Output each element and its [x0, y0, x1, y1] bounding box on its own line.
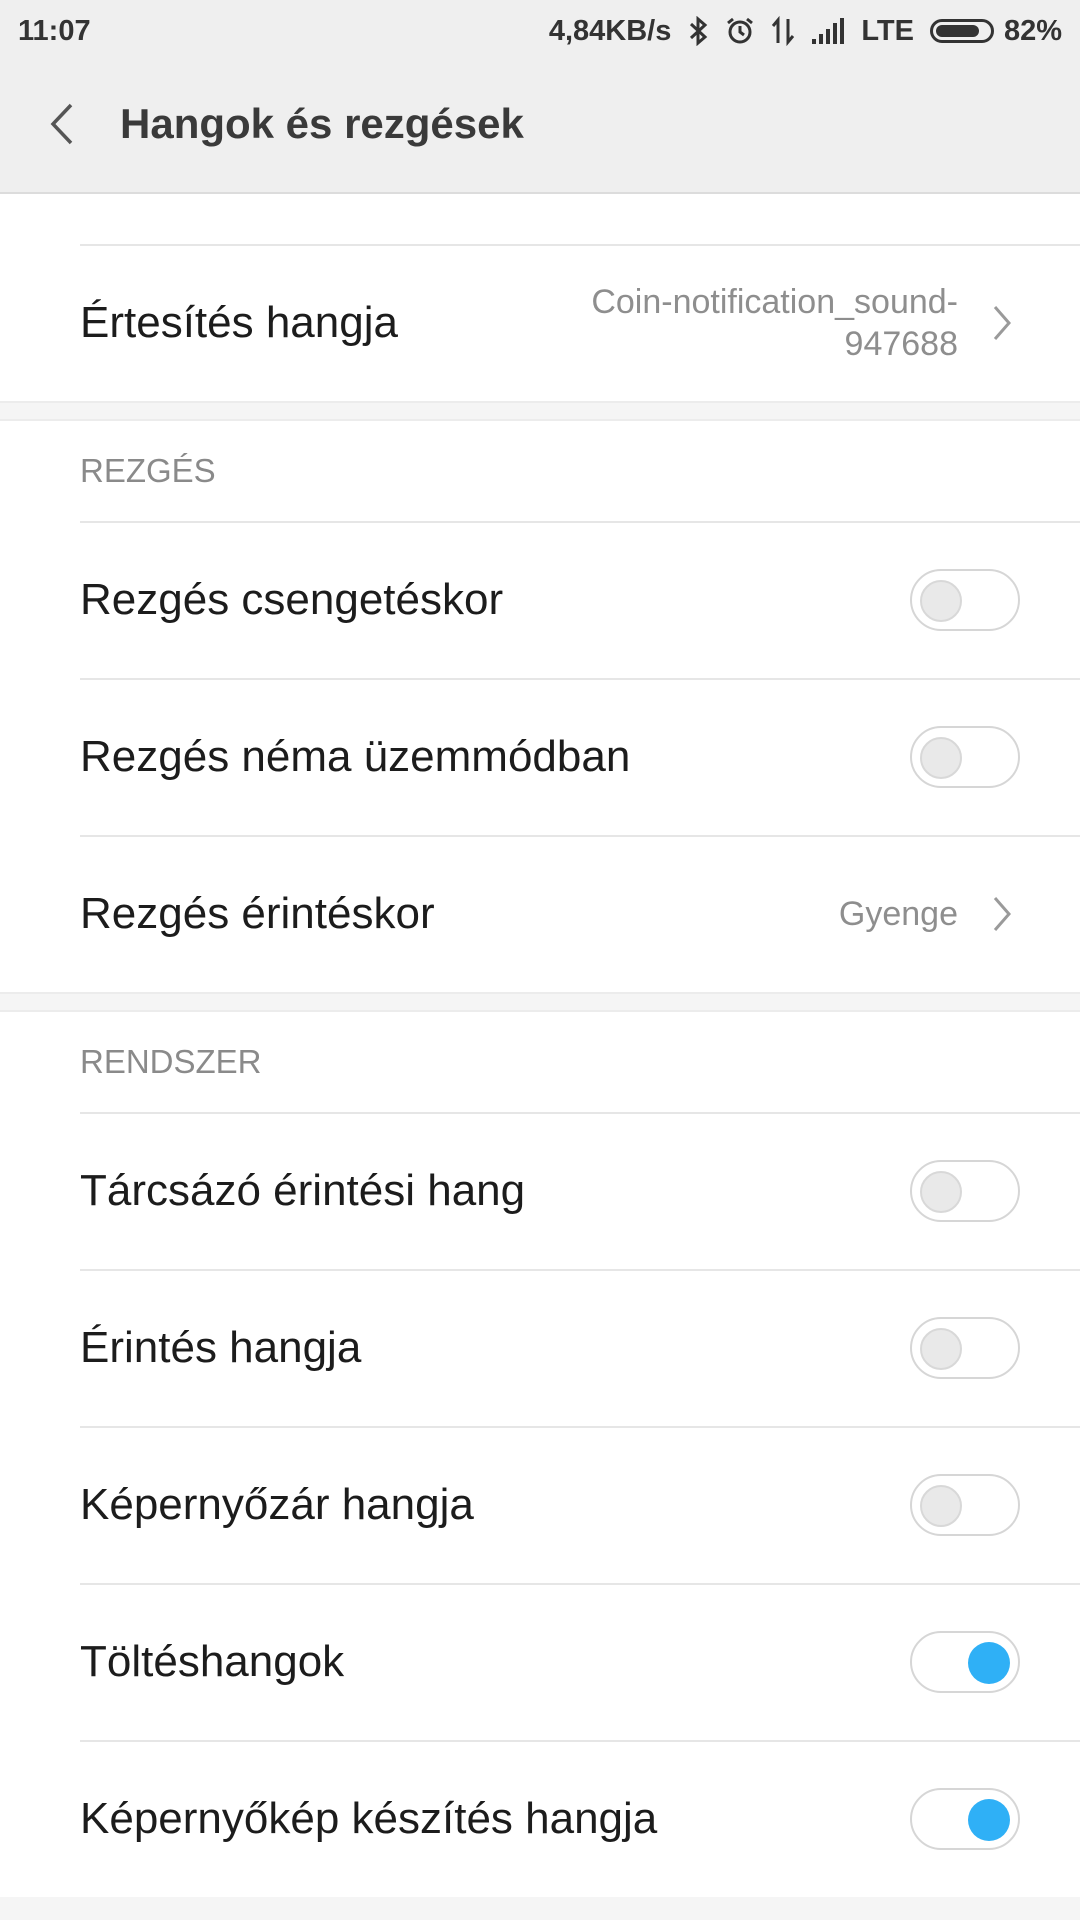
bluetooth-icon	[687, 16, 709, 46]
net-speed: 4,84KB/s	[548, 14, 672, 47]
vibrate-on-ring-label: Rezgés csengetéskor	[80, 574, 504, 624]
toggle-knob	[920, 1170, 962, 1213]
chevron-right-icon	[982, 894, 1022, 934]
haptic-feedback-row[interactable]: Rezgés érintéskor Gyenge	[0, 835, 1080, 992]
status-icons: 4,84KB/s LTE 82%	[549, 15, 1062, 48]
status-bar: 11:07 4,84KB/s LTE 82%	[0, 0, 1080, 62]
dialpad-tone-row[interactable]: Tárcsázó érintési hang	[0, 1112, 1080, 1269]
notification-sound-row[interactable]: Értesítés hangja Coin-notification_sound…	[0, 244, 1080, 401]
touch-sound-row[interactable]: Érintés hangja	[0, 1269, 1080, 1426]
charging-sounds-label: Töltéshangok	[80, 1636, 345, 1686]
system-section: RENDSZER Tárcsázó érintési hang Érintés …	[0, 1012, 1080, 1897]
toggle-knob	[920, 1327, 962, 1370]
battery-fill	[935, 25, 979, 37]
notification-sound-value: Coin-notification_sound-947688	[591, 282, 958, 363]
chevron-right-icon	[982, 303, 1022, 343]
battery-percent: 82%	[1003, 14, 1062, 47]
battery-icon	[929, 19, 994, 43]
vibrate-silent-row[interactable]: Rezgés néma üzemmódban	[0, 678, 1080, 835]
screen-lock-sound-row[interactable]: Képernyőzár hangja	[0, 1426, 1080, 1583]
toggle-knob	[920, 736, 962, 779]
toggle-knob	[968, 1641, 1010, 1684]
top-strip	[0, 194, 1080, 244]
charging-sounds-toggle[interactable]	[910, 1630, 1020, 1693]
screenshot-sound-toggle[interactable]	[910, 1787, 1020, 1850]
dialpad-tone-toggle[interactable]	[910, 1159, 1020, 1222]
screen-lock-sound-toggle[interactable]	[910, 1473, 1020, 1536]
toggle-knob	[968, 1798, 1010, 1841]
section-divider	[0, 992, 1080, 1012]
toggle-knob	[920, 579, 962, 622]
screen-lock-sound-label: Képernyőzár hangja	[80, 1479, 474, 1529]
screenshot-sound-label: Képernyőkép készítés hangja	[80, 1793, 658, 1843]
vibrate-silent-toggle[interactable]	[910, 725, 1020, 788]
haptic-feedback-value: Gyenge	[838, 894, 958, 933]
alarm-icon	[725, 16, 755, 46]
vibration-section: REZGÉS Rezgés csengetéskor Rezgés néma ü…	[0, 421, 1080, 992]
signal-icon	[811, 17, 845, 45]
charging-sounds-row[interactable]: Töltéshangok	[0, 1583, 1080, 1740]
status-time: 11:07	[18, 14, 91, 47]
vibration-header: REZGÉS	[80, 452, 216, 489]
system-header: RENDSZER	[80, 1043, 262, 1080]
haptic-feedback-label: Rezgés érintéskor	[80, 888, 435, 938]
network-type: LTE	[861, 14, 914, 47]
vibrate-on-ring-row[interactable]: Rezgés csengetéskor	[0, 521, 1080, 678]
settings-content: Értesítés hangja Coin-notification_sound…	[0, 194, 1080, 1897]
screenshot-sound-row[interactable]: Képernyőkép készítés hangja	[0, 1740, 1080, 1897]
section-divider	[0, 401, 1080, 421]
vibrate-on-ring-toggle[interactable]	[910, 568, 1020, 631]
battery-indicator: 82%	[929, 14, 1062, 48]
touch-sound-toggle[interactable]	[910, 1316, 1020, 1379]
dialpad-tone-label: Tárcsázó érintési hang	[80, 1165, 526, 1215]
vibrate-silent-label: Rezgés néma üzemmódban	[80, 731, 631, 781]
notification-sound-label: Értesítés hangja	[80, 297, 398, 347]
toggle-knob	[920, 1484, 962, 1527]
page-title: Hangok és rezgések	[120, 100, 524, 147]
back-button[interactable]	[30, 92, 94, 156]
app-header: Hangok és rezgések	[0, 62, 1080, 194]
data-transfer-icon	[771, 16, 795, 46]
chevron-left-icon	[50, 103, 73, 145]
touch-sound-label: Érintés hangja	[80, 1322, 362, 1372]
notification-section: Értesítés hangja Coin-notification_sound…	[0, 194, 1080, 401]
